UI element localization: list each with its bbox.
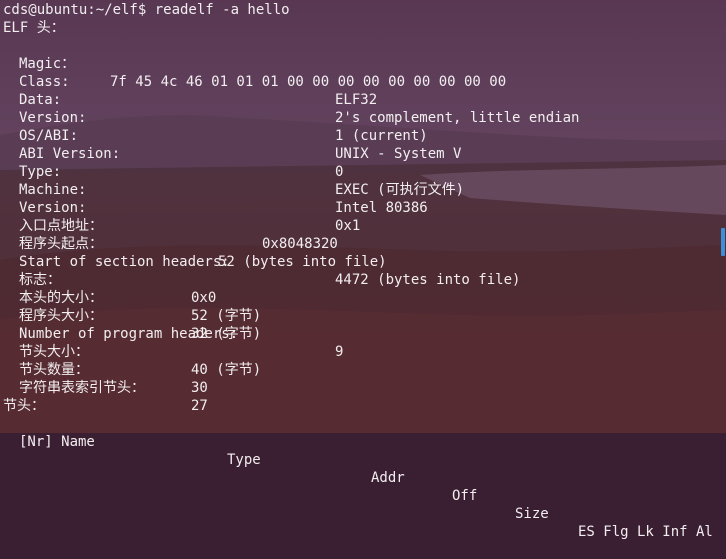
- column-type: Type: [227, 452, 261, 468]
- field-row: 节头数量： 30: [19, 362, 208, 396]
- column-off: Off: [452, 488, 478, 504]
- field-row: Data: 2's complement, little endian: [19, 92, 580, 126]
- field-row: 节头大小： 40 (字节): [19, 344, 262, 378]
- field-row: 本头的大小： 52 (字节): [19, 290, 262, 324]
- field-row: Class: ELF32: [19, 74, 378, 108]
- field-row: Start of section headers: 4472 (bytes in…: [19, 254, 521, 288]
- section-table-header: [Nr] Name Type Addr Off Size ES Flg Lk I…: [3, 415, 713, 540]
- field-row: 标志： 0x0: [19, 272, 217, 306]
- field-row: Version: 0x1: [19, 200, 361, 234]
- field-row: Version: 1 (current): [19, 110, 428, 144]
- column-nr-name: [Nr] Name: [19, 434, 95, 450]
- field-row: OS/ABI: UNIX - System V: [19, 128, 462, 162]
- field-row: ABI Version: 0: [19, 146, 344, 180]
- field-row: 入口点地址： 0x8048320: [19, 218, 338, 252]
- field-row: Number of program headers: 9: [19, 326, 344, 360]
- field-row: 程序头起点： 52 (bytes into file): [19, 236, 387, 270]
- terminal-scrollbar[interactable]: [721, 228, 725, 256]
- section-headers-title: 节头：: [3, 398, 45, 414]
- elf-header-title: ELF 头：: [3, 20, 65, 36]
- field-row: 字符串表索引节头： 27: [19, 380, 208, 414]
- field-row: Machine: Intel 80386: [19, 182, 428, 216]
- field-row: Type: EXEC (可执行文件): [19, 164, 465, 198]
- field-row: 程序头大小： 32 (字节): [19, 308, 262, 342]
- terminal-output: cds@ubuntu:~/elf$ readelf -a hello ELF 头…: [0, 0, 726, 540]
- field-row: Magic： 7f 45 4c 46 01 01 01 00 00 00 00 …: [19, 56, 507, 90]
- column-size: Size: [515, 506, 549, 522]
- column-flags: ES Flg Lk Inf Al: [578, 524, 713, 540]
- column-addr: Addr: [371, 470, 405, 486]
- command-prompt: cds@ubuntu:~/elf$ readelf -a hello: [3, 2, 290, 18]
